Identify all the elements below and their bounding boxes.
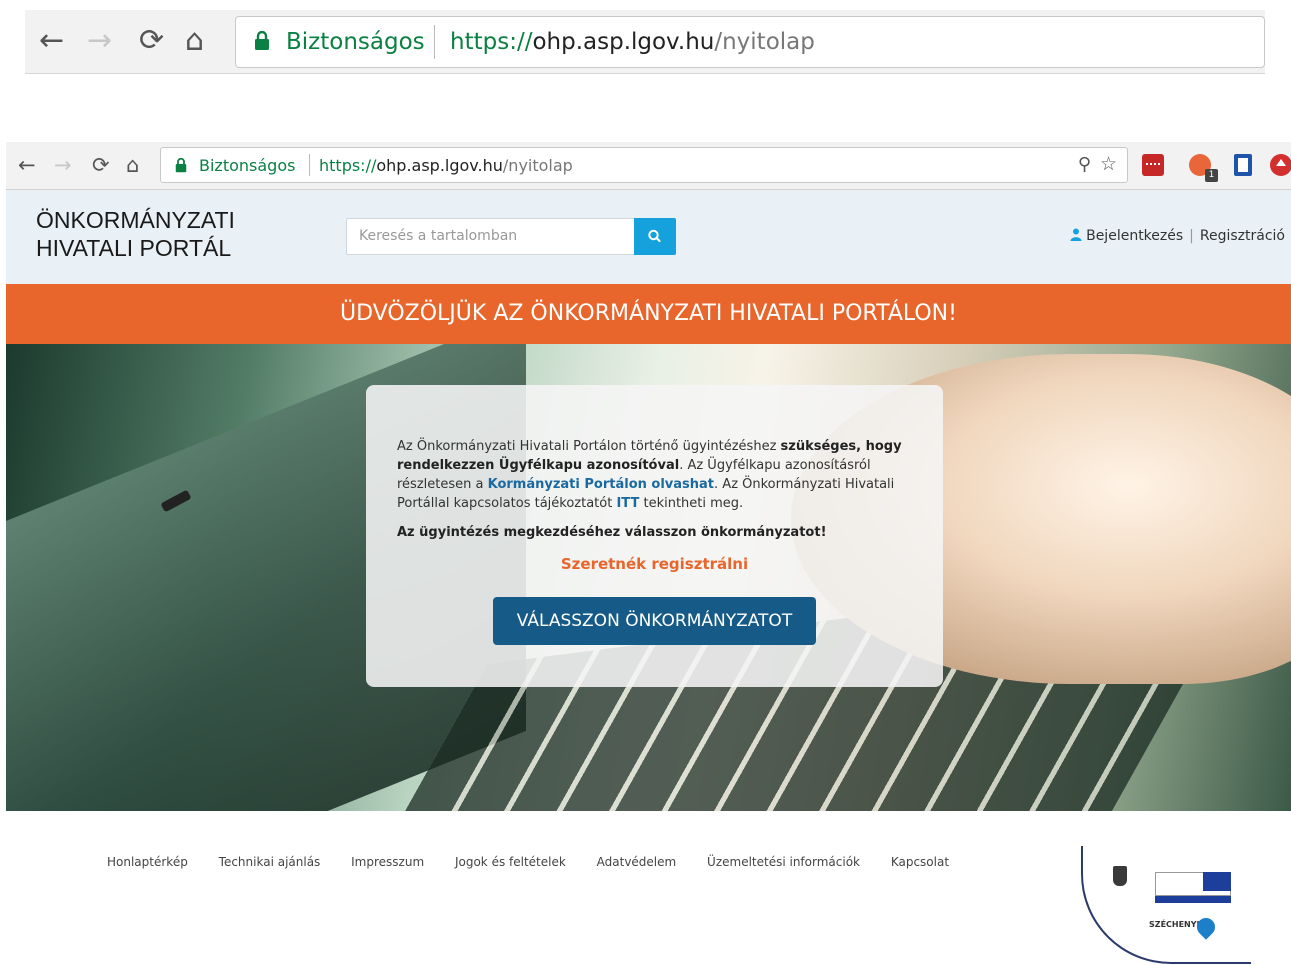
- choose-municipality-button[interactable]: VÁLASSZON ÖNKORMÁNYZATOT: [493, 597, 816, 645]
- search-button[interactable]: [634, 218, 676, 255]
- choose-prompt: Az ügyintézés megkezdéséhez válasszon ön…: [397, 525, 827, 540]
- zoom-icon[interactable]: ⚲: [1078, 154, 1091, 175]
- register-cta-link[interactable]: Szeretnék regisztrálni: [366, 555, 943, 573]
- login-link[interactable]: Bejelentkezés: [1086, 228, 1183, 244]
- hungary-crest-icon: [1113, 866, 1127, 886]
- separator: |: [1189, 228, 1194, 244]
- welcome-banner: ÜDVÖZÖLJÜK AZ ÖNKORMÁNYZATI HIVATALI POR…: [6, 284, 1291, 344]
- footer-link-terms[interactable]: Jogok és feltételek: [455, 855, 566, 869]
- szechenyi-text: SZÉCHENYI: [1149, 920, 1200, 929]
- footer-link-imprint[interactable]: Impresszum: [351, 855, 424, 869]
- star-icon[interactable]: ☆: [1100, 153, 1117, 175]
- separator: [309, 154, 310, 176]
- info-card: Az Önkormányzati Hivatali Portálon törté…: [366, 385, 943, 687]
- zoomed-browser-toolbar: ← → ⟳ ⌂ Biztonságos https://ohp.asp.lgov…: [25, 10, 1265, 74]
- brand-line-2: HIVATALI PORTÁL: [36, 235, 232, 261]
- site-header: ÖNKORMÁNYZATI HIVATALI PORTÁL Keresés a …: [6, 190, 1291, 284]
- brand-line-1: ÖNKORMÁNYZATI: [36, 207, 235, 233]
- secure-label: Biztonságos: [286, 29, 425, 55]
- zoomed-address-bar[interactable]: Biztonságos https://ohp.asp.lgov.hu/nyit…: [235, 16, 1265, 68]
- account-links: Bejelentkezés | Regisztráció: [1070, 228, 1285, 244]
- bookmark-extension-icon[interactable]: [1234, 154, 1252, 176]
- blue-bar: [1155, 896, 1231, 903]
- home-icon[interactable]: ⌂: [126, 153, 139, 177]
- footer-link-privacy[interactable]: Adatvédelem: [597, 855, 677, 869]
- extension-lastpass-icon[interactable]: [1142, 154, 1164, 176]
- search-input[interactable]: Keresés a tartalomban: [346, 218, 635, 255]
- address-bar[interactable]: Biztonságos https://ohp.asp.lgov.hu/nyit…: [160, 147, 1128, 183]
- footer-link-operations[interactable]: Üzemeltetési információk: [707, 855, 860, 869]
- extension-icon[interactable]: 1: [1189, 154, 1218, 182]
- hero-section: Az Önkormányzati Hivatali Portálon törté…: [6, 344, 1291, 811]
- secure-label: Biztonságos: [199, 156, 296, 175]
- footer-link-sitemap[interactable]: Honlaptérkép: [107, 855, 188, 869]
- user-icon: [1070, 228, 1082, 241]
- footer-link-contact[interactable]: Kapcsolat: [891, 855, 949, 869]
- forward-icon[interactable]: →: [87, 24, 112, 58]
- browser-toolbar: ← → ⟳ ⌂ Biztonságos https://ohp.asp.lgov…: [6, 142, 1291, 190]
- back-icon[interactable]: ←: [18, 153, 36, 177]
- search-icon: [648, 229, 661, 243]
- reload-icon[interactable]: ⟳: [139, 24, 164, 58]
- upload-extension-icon[interactable]: [1270, 154, 1291, 176]
- forward-icon[interactable]: →: [54, 153, 72, 177]
- lock-icon: [175, 158, 187, 173]
- url-text: https://ohp.asp.lgov.hu/nyitolap: [450, 29, 815, 55]
- register-link[interactable]: Regisztráció: [1200, 228, 1285, 244]
- footer-link-technical[interactable]: Technikai ajánlás: [219, 855, 321, 869]
- eu-flag-icon: [1203, 872, 1231, 891]
- lock-icon: [255, 31, 269, 50]
- government-portal-link[interactable]: Kormányzati Portálon olvashat: [488, 477, 714, 492]
- separator: [434, 25, 435, 59]
- reload-icon[interactable]: ⟳: [92, 153, 110, 177]
- home-icon[interactable]: ⌂: [185, 24, 204, 58]
- info-text: Az Önkormányzati Hivatali Portálon törté…: [397, 439, 902, 511]
- szechenyi-2020-logo[interactable]: SZÉCHENYI: [1081, 846, 1251, 964]
- itt-link[interactable]: ITT: [616, 496, 639, 511]
- url-text: https://ohp.asp.lgov.hu/nyitolap: [319, 156, 573, 175]
- footer-links: Honlaptérkép Technikai ajánlás Impresszu…: [107, 855, 976, 869]
- back-icon[interactable]: ←: [39, 24, 64, 58]
- location-pin-icon: [1193, 914, 1219, 940]
- extension-badge: 1: [1205, 169, 1218, 182]
- site-logo[interactable]: ÖNKORMÁNYZATI HIVATALI PORTÁL: [36, 206, 235, 262]
